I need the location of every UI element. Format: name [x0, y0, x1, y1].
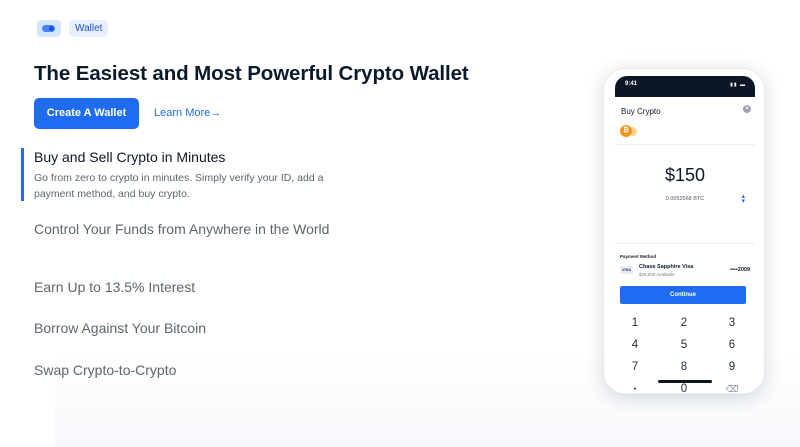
- visa-card-icon: VISA: [620, 266, 633, 274]
- keypad-key-2[interactable]: 2: [664, 317, 704, 329]
- page-title: The Easiest and Most Powerful Crypto Wal…: [34, 62, 469, 85]
- keypad-key-6[interactable]: 6: [712, 339, 752, 351]
- swap-units-icon[interactable]: ▴ ▾: [741, 193, 745, 205]
- keypad-key-9[interactable]: 9: [712, 361, 752, 373]
- category-badge: Wallet: [69, 20, 109, 37]
- learn-more-link[interactable]: Learn More→: [154, 98, 221, 129]
- card-available: $25,000 Available: [639, 272, 675, 277]
- close-icon[interactable]: ✕: [743, 105, 751, 113]
- keypad-key-5[interactable]: 5: [664, 339, 704, 351]
- backspace-icon[interactable]: ⌫: [712, 384, 752, 393]
- buy-amount: $150: [664, 165, 706, 185]
- divider: [615, 144, 755, 145]
- feature-item-earn-interest[interactable]: Earn Up to 13.5% Interest: [34, 279, 195, 295]
- wallet-toggle-icon: [37, 20, 61, 37]
- create-wallet-button[interactable]: Create A Wallet: [34, 98, 139, 129]
- feature-item-swap[interactable]: Swap Crypto-to-Crypto: [34, 362, 176, 378]
- feature-item-control-funds[interactable]: Control Your Funds from Anywhere in the …: [34, 221, 334, 238]
- card-number: ••••2009: [730, 267, 750, 273]
- phone-status-bar: 9:41 ▮▮ ▬: [615, 76, 755, 97]
- keypad-key-7[interactable]: 7: [615, 361, 655, 373]
- home-indicator: [658, 380, 712, 383]
- keypad-key-1[interactable]: 1: [615, 317, 655, 329]
- feature-item-borrow[interactable]: Borrow Against Your Bitcoin: [34, 320, 206, 336]
- continue-button[interactable]: Continue: [620, 286, 746, 304]
- status-time: 9:41: [625, 81, 638, 87]
- keypad-key-0[interactable]: 0: [664, 383, 704, 393]
- bitcoin-icon[interactable]: ₿: [620, 125, 632, 137]
- keypad-key-decimal[interactable]: •: [615, 386, 655, 393]
- signal-battery-icon: ▮▮ ▬: [730, 82, 746, 88]
- feature-item-buy-sell[interactable]: Buy and Sell Crypto in Minutes: [34, 149, 225, 165]
- btc-amount: 0.0052568 BTC: [665, 196, 705, 202]
- keypad-key-3[interactable]: 3: [712, 317, 752, 329]
- phone-notch: [661, 76, 709, 85]
- feature-description: Go from zero to crypto in minutes. Simpl…: [34, 172, 324, 200]
- keypad-key-4[interactable]: 4: [615, 339, 655, 351]
- card-name[interactable]: Chase Sapphire Visa: [639, 264, 693, 270]
- active-feature-indicator: [21, 148, 24, 201]
- phone-mockup: 9:41 ▮▮ ▬ Buy Crypto ✕ ₿ $150 0.0052568 …: [603, 68, 765, 394]
- sheet-title: Buy Crypto: [621, 107, 661, 116]
- payment-method-label: Payment Method: [620, 254, 657, 259]
- buy-crypto-sheet: Buy Crypto ✕ ₿ $150 0.0052568 BTC ▴ ▾ Pay…: [615, 97, 755, 393]
- divider: [615, 243, 755, 244]
- keypad-key-8[interactable]: 8: [664, 361, 704, 373]
